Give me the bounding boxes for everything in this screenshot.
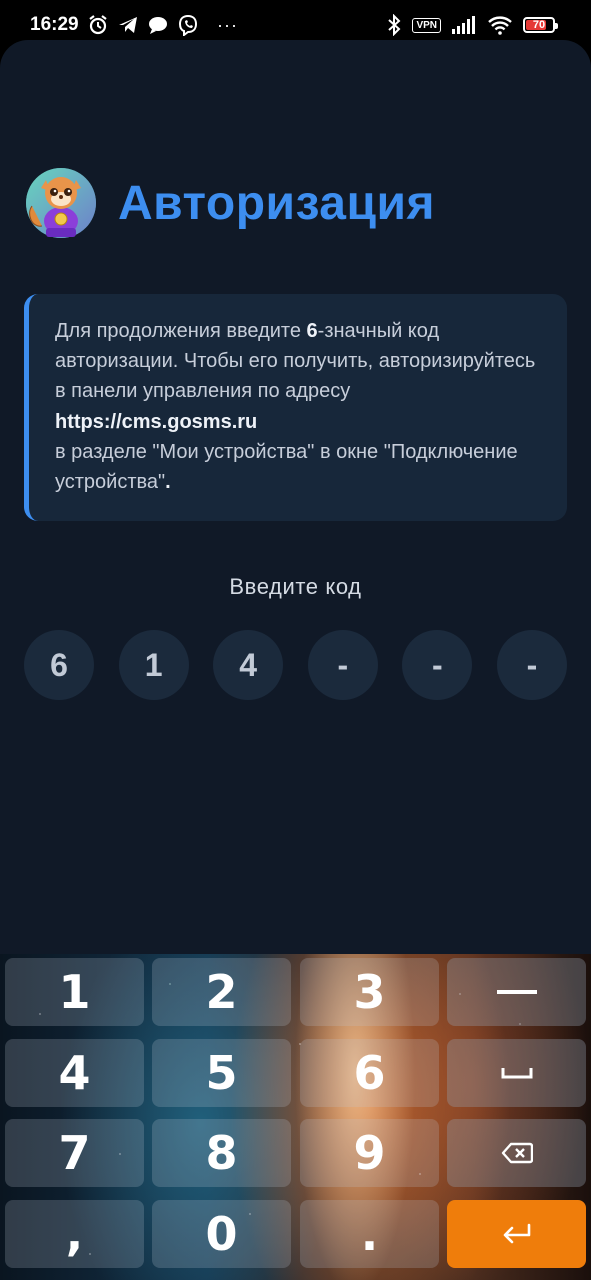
space-key[interactable] bbox=[447, 1039, 586, 1107]
instruction-card: Для продолжения введите 6-значный код ав… bbox=[24, 294, 567, 521]
chat-bubble-icon bbox=[149, 17, 167, 34]
backspace-key[interactable] bbox=[447, 1119, 586, 1187]
key-5[interactable]: 5 bbox=[152, 1039, 291, 1107]
code-prompt: Введите код bbox=[229, 574, 362, 599]
gosms-mascot-logo bbox=[26, 168, 96, 238]
header: Авторизация bbox=[24, 166, 435, 240]
key-comma[interactable]: , bbox=[5, 1200, 144, 1268]
key-4[interactable]: 4 bbox=[5, 1039, 144, 1107]
instruction-digits-count: 6 bbox=[306, 320, 318, 342]
minus-key[interactable] bbox=[447, 958, 586, 1026]
telegram-icon bbox=[119, 17, 137, 33]
signal-icon bbox=[452, 16, 475, 34]
key-0[interactable]: 0 bbox=[152, 1200, 291, 1268]
key-period[interactable]: . bbox=[300, 1200, 439, 1268]
enter-key[interactable] bbox=[447, 1200, 586, 1268]
key-6[interactable]: 6 bbox=[300, 1039, 439, 1107]
viber-icon bbox=[178, 14, 198, 36]
code-digit-1[interactable]: 6 bbox=[24, 630, 94, 700]
code-digit-6[interactable]: - bbox=[496, 630, 567, 700]
key-3[interactable]: 3 bbox=[300, 958, 439, 1026]
enter-icon bbox=[503, 1223, 530, 1244]
alarm-icon bbox=[89, 15, 107, 35]
key-8[interactable]: 8 bbox=[152, 1119, 291, 1187]
code-input[interactable]: 6 1 4 - - - bbox=[24, 630, 567, 700]
code-digit-5[interactable]: - bbox=[402, 630, 473, 700]
vpn-badge: VPN bbox=[412, 17, 441, 33]
code-digit-2[interactable]: 1 bbox=[118, 630, 189, 700]
status-time: 16:29 bbox=[30, 14, 79, 35]
instruction-text-part1: Для продолжения введите bbox=[55, 320, 307, 342]
notification-icons: ··· bbox=[87, 12, 238, 38]
key-9[interactable]: 9 bbox=[300, 1119, 439, 1187]
bluetooth-icon bbox=[388, 14, 401, 36]
instruction-url: https://cms.gosms.ru bbox=[55, 410, 258, 433]
key-1[interactable]: 1 bbox=[5, 958, 144, 1026]
key-2[interactable]: 2 bbox=[152, 958, 291, 1026]
instruction-text-period: . bbox=[165, 471, 171, 494]
page-title: Авторизация bbox=[118, 176, 436, 230]
minus-icon bbox=[496, 990, 537, 994]
instruction-text-part3: в разделе "Мои устройства" в окне "Подкл… bbox=[55, 440, 518, 494]
numeric-keyboard: 1 2 3 4 5 6 7 8 9 , 0 . bbox=[0, 954, 591, 1280]
more-notifications-icon: ··· bbox=[217, 14, 238, 35]
key-7[interactable]: 7 bbox=[5, 1119, 144, 1187]
space-icon bbox=[501, 1068, 532, 1079]
wifi-icon bbox=[488, 16, 512, 35]
code-digit-4[interactable]: - bbox=[307, 630, 378, 700]
battery-icon: 70 bbox=[523, 17, 558, 33]
auth-screen: Авторизация Для продолжения введите 6-зн… bbox=[0, 40, 591, 954]
code-digit-3[interactable]: 4 bbox=[213, 630, 284, 700]
backspace-icon bbox=[501, 1142, 533, 1164]
system-icons: VPN 70 bbox=[386, 12, 558, 38]
